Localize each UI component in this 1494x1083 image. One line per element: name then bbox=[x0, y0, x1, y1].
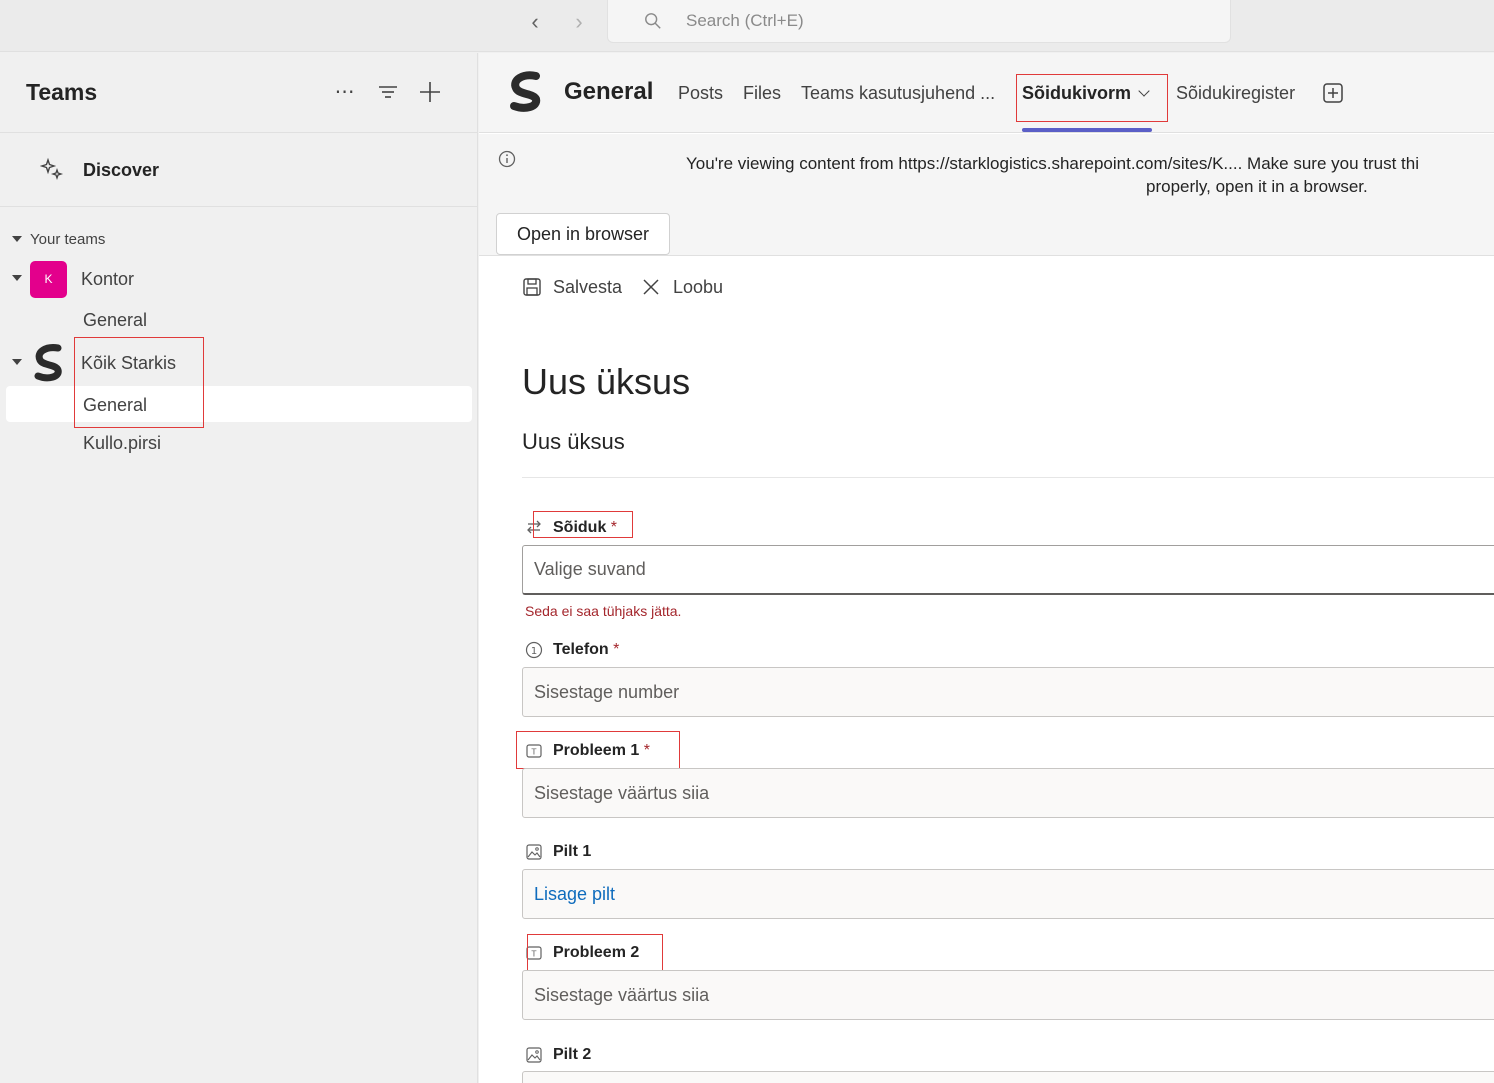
channel-general-kontor[interactable]: General bbox=[83, 310, 147, 331]
caret-down-icon bbox=[12, 236, 22, 242]
team-name: Kõik Starkis bbox=[81, 353, 177, 373]
tab-posts[interactable]: Posts bbox=[678, 83, 723, 104]
tab-label: Sõidukivorm bbox=[1022, 83, 1132, 103]
tab-soidukiregister[interactable]: Sõidukiregister bbox=[1176, 83, 1295, 104]
add-image-1-button[interactable]: Lisage pilt bbox=[522, 869, 1494, 919]
form-subtitle: Uus üksus bbox=[522, 429, 625, 454]
title-bar: ‹ › bbox=[0, 0, 1494, 52]
svg-text:1: 1 bbox=[531, 646, 537, 657]
field-label-probleem-2: Probleem 2 bbox=[553, 944, 640, 961]
label-text: Probleem 1 bbox=[553, 742, 640, 759]
search-icon bbox=[645, 13, 661, 29]
close-icon bbox=[643, 279, 659, 295]
save-icon bbox=[523, 278, 541, 296]
team-kontor[interactable]: K Kontor bbox=[0, 258, 478, 298]
chevron-down-icon bbox=[1138, 85, 1150, 97]
required-marker: * bbox=[643, 742, 650, 759]
cancel-button[interactable]: Loobu bbox=[673, 277, 723, 298]
info-icon bbox=[498, 150, 516, 168]
sidebar-header: Teams ⋯ bbox=[0, 53, 478, 133]
field-label-pilt-2: Pilt 2 bbox=[553, 1046, 592, 1063]
filter-icon[interactable] bbox=[373, 77, 403, 107]
sparkle-icon bbox=[40, 157, 64, 181]
text-field-icon: T bbox=[526, 744, 542, 758]
svg-text:T: T bbox=[531, 950, 537, 959]
more-options-icon[interactable]: ⋯ bbox=[330, 77, 360, 107]
form-toolbar: Salvesta Loobu bbox=[479, 257, 1494, 313]
problem-2-input[interactable] bbox=[522, 970, 1494, 1020]
field-label-pilt-1: Pilt 1 bbox=[553, 843, 592, 860]
save-button[interactable]: Salvesta bbox=[553, 277, 622, 298]
caret-down-icon bbox=[12, 275, 22, 281]
team-koik-starkis[interactable]: Kõik Starkis bbox=[0, 342, 478, 382]
stark-logo-icon bbox=[34, 344, 62, 382]
channel-title: General bbox=[564, 78, 654, 105]
open-in-browser-button[interactable]: Open in browser bbox=[496, 213, 670, 255]
label-text: Sõiduk bbox=[553, 519, 607, 536]
selected-channel-highlight bbox=[6, 386, 472, 422]
lookup-icon bbox=[527, 520, 541, 534]
search-input[interactable] bbox=[686, 10, 1186, 32]
teams-sidebar: Teams ⋯ Discover Your teams K Kontor Gen… bbox=[0, 53, 478, 1083]
image-icon bbox=[526, 1047, 542, 1063]
divider bbox=[522, 477, 1494, 478]
team-avatar: K bbox=[30, 261, 67, 298]
trust-banner: You're viewing content from https://star… bbox=[479, 134, 1494, 256]
channel-header: General Posts Files Teams kasutusjuhend … bbox=[479, 53, 1494, 133]
add-image-2-button[interactable] bbox=[522, 1071, 1494, 1083]
form-title: Uus üksus bbox=[522, 361, 691, 402]
sidebar-title: Teams bbox=[26, 79, 98, 105]
caret-down-icon bbox=[12, 359, 22, 365]
tab-files[interactable]: Files bbox=[743, 83, 781, 104]
problem-1-input[interactable] bbox=[522, 768, 1494, 818]
tab-soidukivorm[interactable]: Sõidukivorm bbox=[1022, 83, 1150, 104]
banner-text: You're viewing content from https://star… bbox=[686, 154, 1419, 173]
active-tab-indicator bbox=[1022, 128, 1152, 132]
search-box[interactable] bbox=[607, 0, 1231, 43]
field-label-probleem-1: Probleem 1 * bbox=[553, 742, 650, 760]
your-teams-label: Your teams bbox=[30, 231, 106, 248]
forward-arrow-icon[interactable]: › bbox=[564, 8, 594, 38]
vehicle-combobox[interactable] bbox=[522, 545, 1494, 595]
error-message: Seda ei saa tühjaks jätta. bbox=[525, 603, 682, 619]
phone-input[interactable] bbox=[522, 667, 1494, 717]
channel-general-koik-starkis[interactable]: General bbox=[83, 395, 147, 416]
tab-teams-kasutusjuhend[interactable]: Teams kasutusjuhend ... bbox=[801, 83, 995, 104]
discover-item[interactable]: Discover bbox=[0, 133, 478, 207]
discover-label: Discover bbox=[83, 160, 160, 180]
svg-text:T: T bbox=[531, 748, 537, 757]
add-tab-icon[interactable] bbox=[1322, 82, 1344, 104]
team-name: Kontor bbox=[81, 269, 135, 289]
back-arrow-icon[interactable]: ‹ bbox=[520, 8, 550, 38]
required-marker: * bbox=[613, 641, 620, 658]
label-text: Telefon bbox=[553, 641, 609, 658]
your-teams-header[interactable]: Your teams bbox=[12, 231, 105, 248]
number-icon: 1 bbox=[525, 641, 543, 659]
field-label-soiduk: Sõiduk * bbox=[553, 519, 617, 537]
stark-logo-icon bbox=[510, 71, 541, 112]
banner-text-line2: properly, open it in a browser. bbox=[1146, 177, 1368, 196]
channel-kullo-pirsi[interactable]: Kullo.pirsi bbox=[83, 433, 161, 454]
main-content: General Posts Files Teams kasutusjuhend … bbox=[479, 53, 1494, 1083]
field-label-telefon: Telefon * bbox=[553, 641, 619, 659]
add-icon[interactable] bbox=[415, 77, 445, 107]
required-marker: * bbox=[610, 519, 618, 536]
image-icon bbox=[526, 844, 542, 860]
text-field-icon: T bbox=[526, 946, 542, 960]
